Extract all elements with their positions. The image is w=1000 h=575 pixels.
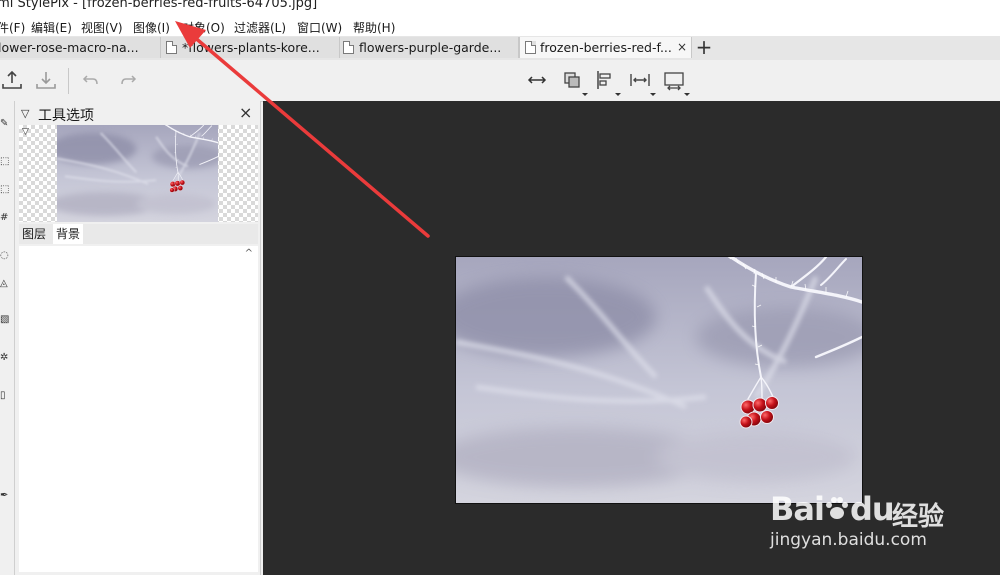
toolbar	[0, 60, 1000, 102]
tab-document-1[interactable]: lower-rose-macro-na...	[0, 37, 161, 58]
tab-close-button[interactable]: ×	[677, 37, 687, 58]
image-thumbnail[interactable]: ▽	[19, 125, 258, 222]
lasso-tool-icon[interactable]: ◌	[0, 251, 9, 261]
menu-object[interactable]: 对象(O)	[182, 19, 225, 36]
dropdown-arrow-icon	[650, 93, 656, 96]
tab-label: frozen-berries-red-f...	[540, 40, 672, 55]
toolbar-separator	[68, 68, 69, 94]
frozen-berries-photo[interactable]	[455, 256, 863, 504]
new-tab-button[interactable]: +	[694, 36, 714, 58]
menu-window[interactable]: 窗口(W)	[297, 19, 342, 36]
menu-filters[interactable]: 过滤器(L)	[234, 19, 286, 36]
fill-tool-icon[interactable]: ◬	[0, 279, 8, 289]
align-left-icon[interactable]	[593, 68, 621, 96]
arrange-icon[interactable]	[560, 68, 588, 96]
thumbnail-photo	[57, 125, 218, 222]
undo-icon[interactable]	[79, 68, 103, 92]
menu-file[interactable]: 件(F)	[0, 19, 25, 36]
chevron-up-icon[interactable]: ^	[245, 248, 253, 259]
effects-tool-icon[interactable]: ✲	[0, 353, 8, 363]
tab-label: *flowers-plants-kore...	[182, 40, 320, 55]
redo-icon[interactable]	[116, 68, 140, 92]
image-file-icon	[343, 41, 354, 54]
shape-tool-icon[interactable]: ▯	[0, 391, 8, 401]
panel-title: 工具选项	[38, 108, 94, 124]
rect-select-tool-icon[interactable]: ⬚	[0, 157, 9, 167]
flip-horizontal-icon[interactable]	[525, 68, 549, 92]
dropdown-arrow-icon	[582, 93, 588, 96]
layer-list: ^	[19, 246, 258, 572]
image-file-icon	[166, 41, 177, 54]
tab-layers[interactable]: 图层	[19, 224, 49, 244]
dropdown-arrow-icon	[684, 93, 690, 96]
menu-help[interactable]: 帮助(H)	[353, 19, 395, 36]
panel-collapse-icon[interactable]: ▽	[21, 107, 29, 120]
image-file-icon	[525, 41, 536, 54]
tool-strip: ✎ ⬚ ⬚ # ◌ ◬ ▧ ✲ ▯ ✒	[0, 101, 15, 575]
title-bar: rmi StylePix - [frozen-berries-red-fruit…	[0, 0, 1000, 14]
tab-document-active[interactable]: frozen-berries-red-f... ×	[519, 37, 692, 58]
tab-document-2[interactable]: *flowers-plants-kore...	[161, 37, 340, 58]
menu-image[interactable]: 图像(I)	[133, 19, 170, 36]
distribute-icon[interactable]	[628, 68, 656, 96]
menu-bar: 件(F) 编辑(E) 视图(V) 图像(I) 对象(O) 过滤器(L) 窗口(W…	[0, 14, 1000, 38]
export-icon[interactable]	[0, 68, 24, 92]
window-title: rmi StylePix - [frozen-berries-red-fruit…	[0, 0, 318, 11]
lasso-select-tool-icon[interactable]: ⬚	[0, 185, 9, 195]
menu-view[interactable]: 视图(V)	[81, 19, 123, 36]
layer-tabs: 图层 背景	[19, 224, 258, 244]
tab-background[interactable]: 背景	[53, 224, 84, 244]
tool-options-panel: ▽ 工具选项 × ▽ 图层 背景 ^	[15, 101, 261, 575]
panel-close-button[interactable]: ×	[239, 103, 252, 122]
document-tab-bar: lower-rose-macro-na... *flowers-plants-k…	[0, 36, 1000, 61]
tab-label: lower-rose-macro-na...	[0, 40, 139, 55]
tab-label: flowers-purple-garde...	[359, 40, 502, 55]
menu-edit[interactable]: 编辑(E)	[31, 19, 72, 36]
tab-document-3[interactable]: flowers-purple-garde...	[340, 37, 519, 58]
resize-canvas-icon[interactable]	[662, 68, 690, 96]
thumbnail-toggle-icon[interactable]: ▽	[22, 127, 29, 137]
crop-tool-icon[interactable]: #	[0, 213, 8, 223]
photo-image	[456, 257, 862, 503]
import-icon[interactable]	[34, 68, 58, 92]
brush-tool-icon[interactable]: ✎	[0, 119, 8, 129]
pen-tool-icon[interactable]: ✒	[0, 491, 8, 501]
canvas-area[interactable]	[263, 101, 1000, 575]
dropdown-arrow-icon	[615, 93, 621, 96]
gradient-tool-icon[interactable]: ▧	[0, 315, 9, 325]
